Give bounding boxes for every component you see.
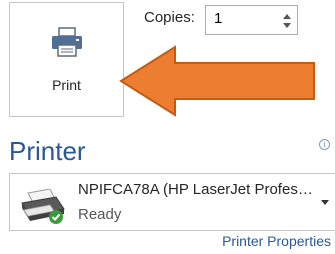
printer-name: NPIFCA78A (HP LaserJet Profes… bbox=[78, 181, 313, 198]
printer-icon bbox=[52, 27, 82, 57]
chevron-down-icon[interactable] bbox=[321, 200, 329, 205]
copies-label: Copies: bbox=[144, 9, 195, 26]
printer-heading: Printer bbox=[9, 136, 86, 166]
chevron-down-icon[interactable] bbox=[283, 23, 291, 28]
printer-ready-icon bbox=[21, 189, 65, 224]
copies-value[interactable]: 1 bbox=[214, 10, 222, 27]
printer-status: Ready bbox=[78, 206, 122, 223]
copies-stepper[interactable]: 1 bbox=[205, 5, 298, 35]
print-button[interactable]: Print bbox=[9, 2, 124, 117]
info-icon[interactable]: i bbox=[319, 139, 330, 150]
printer-select[interactable]: NPIFCA78A (HP LaserJet Profes… Ready bbox=[9, 173, 335, 231]
arrow-left-icon bbox=[119, 45, 315, 117]
print-button-label: Print bbox=[52, 77, 81, 93]
chevron-up-icon[interactable] bbox=[283, 14, 291, 19]
printer-properties-link[interactable]: Printer Properties bbox=[222, 233, 331, 249]
print-backstage-panel: Print Copies: 1 Printer i NPIFCA78A (HP … bbox=[0, 0, 335, 254]
